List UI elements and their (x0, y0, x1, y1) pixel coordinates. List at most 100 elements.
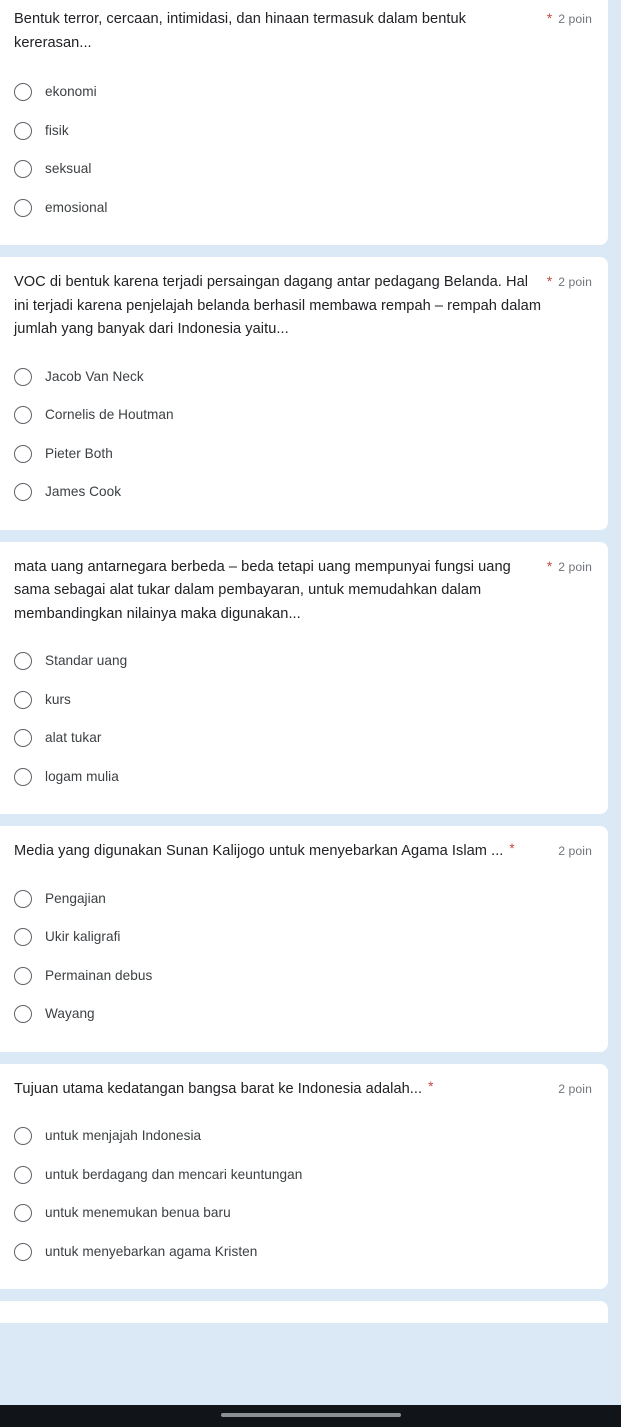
radio-button-icon[interactable] (14, 160, 32, 179)
radio-option[interactable]: Wayang (14, 995, 594, 1034)
radio-button-icon[interactable] (14, 121, 32, 140)
question-meta: 2 poin (558, 840, 592, 860)
question-points: 2 poin (558, 559, 592, 574)
options-group: Standar uang kurs alat tukar logam mulia (0, 642, 608, 796)
radio-button-icon[interactable] (14, 1165, 32, 1184)
radio-option[interactable]: untuk menjajah Indonesia (14, 1117, 594, 1156)
radio-button-icon[interactable] (14, 483, 32, 502)
radio-option[interactable]: logam mulia (14, 758, 594, 797)
options-group: untuk menjajah Indonesia untuk berdagang… (0, 1117, 608, 1271)
option-label: logam mulia (45, 768, 119, 784)
option-label: Standar uang (45, 653, 128, 669)
option-label: Ukir kaligrafi (45, 929, 121, 945)
radio-button-icon[interactable] (14, 966, 32, 985)
option-label: Pieter Both (45, 445, 113, 461)
question-points: 2 poin (558, 275, 592, 289)
radio-button-icon[interactable] (14, 1242, 32, 1261)
radio-option[interactable]: Cornelis de Houtman (14, 396, 594, 435)
option-label: untuk menemukan benua baru (45, 1205, 231, 1221)
radio-button-icon[interactable] (14, 1127, 32, 1146)
question-card: Media yang digunakan Sunan Kalijogo untu… (0, 826, 608, 1052)
radio-button-icon[interactable] (14, 198, 32, 217)
radio-option[interactable]: untuk berdagang dan mencari keuntungan (14, 1156, 594, 1195)
option-label: Jacob Van Neck (45, 368, 144, 384)
question-meta: * 2 poin (547, 8, 592, 28)
question-card: VOC di bentuk karena terjadi persaingan … (0, 257, 608, 530)
question-title: mata uang antarnegara berbeda – beda tet… (14, 558, 511, 622)
radio-button-icon[interactable] (14, 652, 32, 671)
radio-button-icon[interactable] (14, 928, 32, 947)
radio-option[interactable]: kurs (14, 681, 594, 720)
option-label: untuk menjajah Indonesia (45, 1128, 202, 1144)
question-title: Tujuan utama kedatangan bangsa barat ke … (14, 1080, 423, 1097)
radio-button-icon[interactable] (14, 444, 32, 463)
radio-option[interactable]: untuk menyebarkan agama Kristen (14, 1233, 594, 1272)
radio-option[interactable]: Pengajian (14, 880, 594, 919)
question-header: Media yang digunakan Sunan Kalijogo untu… (0, 840, 608, 864)
form-scroll-area[interactable]: Bentuk terror, cercaan, intimidasi, dan … (0, 0, 621, 1405)
option-label: seksual (45, 161, 92, 177)
required-asterisk-icon: * (546, 558, 553, 574)
android-navigation-bar (0, 1405, 621, 1427)
question-title: VOC di bentuk karena terjadi persaingan … (14, 274, 542, 337)
screen: Bentuk terror, cercaan, intimidasi, dan … (0, 0, 621, 1427)
option-label: Wayang (45, 1006, 95, 1022)
option-label: kurs (45, 691, 71, 707)
question-card: Tujuan utama kedatangan bangsa barat ke … (0, 1063, 608, 1289)
option-label: Cornelis de Houtman (45, 407, 174, 423)
question-header: mata uang antarnegara berbeda – beda tet… (0, 556, 608, 627)
options-group: Jacob Van Neck Cornelis de Houtman Piete… (0, 358, 608, 512)
radio-option[interactable]: Permainan debus (14, 957, 594, 996)
question-title: Bentuk terror, cercaan, intimidasi, dan … (14, 11, 466, 51)
required-asterisk-icon: * (509, 841, 515, 856)
option-label: alat tukar (45, 730, 102, 746)
required-asterisk-icon: * (546, 274, 553, 289)
question-header: Tujuan utama kedatangan bangsa barat ke … (0, 1078, 608, 1102)
radio-button-icon[interactable] (14, 83, 32, 102)
radio-button-icon[interactable] (14, 729, 32, 748)
radio-option[interactable]: Pieter Both (14, 435, 594, 474)
question-header: Bentuk terror, cercaan, intimidasi, dan … (0, 8, 608, 55)
question-card: Bentuk terror, cercaan, intimidasi, dan … (0, 0, 608, 245)
radio-button-icon[interactable] (14, 1005, 32, 1024)
radio-button-icon[interactable] (14, 690, 32, 709)
radio-button-icon[interactable] (14, 889, 32, 908)
question-meta: * 2 poin (547, 556, 592, 576)
required-asterisk-icon: * (546, 11, 553, 26)
option-label: emosional (45, 199, 108, 215)
radio-option[interactable]: untuk menemukan benua baru (14, 1194, 594, 1233)
radio-option[interactable]: fisik (14, 112, 594, 151)
radio-option[interactable]: alat tukar (14, 719, 594, 758)
question-points: 2 poin (558, 1081, 592, 1096)
question-card-partial (0, 1301, 608, 1323)
option-label: Permainan debus (45, 967, 153, 983)
radio-button-icon[interactable] (14, 1204, 32, 1223)
option-label: untuk berdagang dan mencari keuntungan (45, 1166, 303, 1182)
options-group: ekonomi fisik seksual emosional (0, 73, 608, 227)
radio-option[interactable]: seksual (14, 150, 594, 189)
question-points: 2 poin (558, 844, 592, 858)
radio-option[interactable]: Jacob Van Neck (14, 358, 594, 397)
radio-option[interactable]: ekonomi (14, 73, 594, 112)
radio-button-icon[interactable] (14, 767, 32, 786)
radio-option[interactable]: emosional (14, 189, 594, 228)
option-label: ekonomi (45, 84, 97, 100)
home-gesture-pill[interactable] (220, 1413, 401, 1417)
question-title: Media yang digunakan Sunan Kalijogo untu… (14, 843, 504, 859)
question-meta: * 2 poin (547, 271, 592, 291)
required-asterisk-icon: * (428, 1078, 434, 1094)
question-card: mata uang antarnegara berbeda – beda tet… (0, 541, 608, 814)
radio-option[interactable]: Standar uang (14, 642, 594, 681)
options-group: Pengajian Ukir kaligrafi Permainan debus… (0, 880, 608, 1034)
option-label: fisik (45, 122, 69, 138)
radio-button-icon[interactable] (14, 367, 32, 386)
question-header: VOC di bentuk karena terjadi persaingan … (0, 271, 608, 342)
question-meta: 2 poin (558, 1078, 592, 1098)
question-points: 2 poin (558, 12, 592, 26)
option-label: Pengajian (45, 890, 106, 906)
radio-button-icon[interactable] (14, 406, 32, 425)
radio-option[interactable]: James Cook (14, 473, 594, 512)
radio-option[interactable]: Ukir kaligrafi (14, 918, 594, 957)
option-label: James Cook (45, 484, 122, 500)
option-label: untuk menyebarkan agama Kristen (45, 1243, 258, 1259)
